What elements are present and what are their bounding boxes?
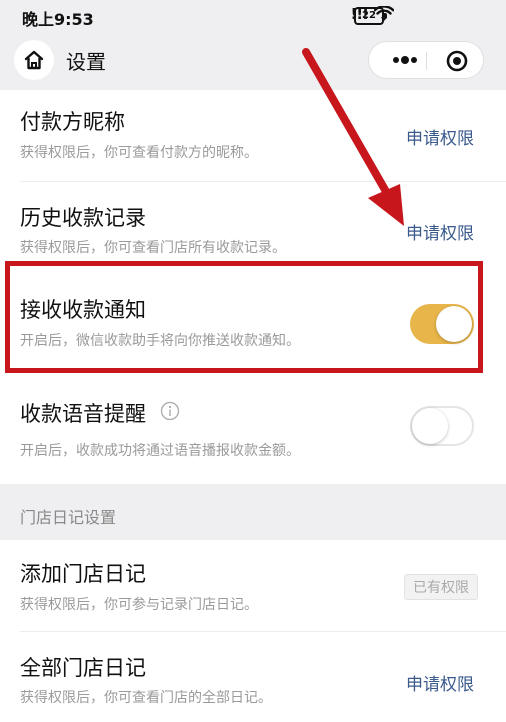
nav-bar: 设置 — [0, 32, 506, 90]
section-header: 门店日记设置 — [0, 484, 506, 540]
row-title: 付款方昵称 — [20, 110, 125, 134]
row-desc: 获得权限后，你可查看付款方的昵称。 — [20, 145, 258, 161]
setting-row-voice-reminder: 收款语音提醒 开启后，收款成功将通过语音播报收款金额。 — [0, 378, 506, 482]
section-label: 门店日记设置 — [20, 508, 117, 527]
row-desc: 获得权限后，你可参与记录门店日记。 — [20, 597, 258, 613]
info-icon[interactable] — [160, 401, 180, 421]
row-title: 添加门店日记 — [20, 562, 146, 586]
status-bar: 晚上9:53 !!! 22 — [0, 0, 506, 32]
row-desc: 获得权限后，你可查看门店所有收款记录。 — [20, 240, 286, 256]
row-desc: 开启后，收款成功将通过语音播报收款金额。 — [20, 443, 300, 459]
battery-icon: 22 — [354, 7, 387, 25]
highlight-box — [5, 261, 483, 373]
row-title: 全部门店日记 — [20, 656, 146, 680]
close-mini-program-icon[interactable] — [446, 50, 468, 72]
request-permission-link[interactable]: 申请权限 — [406, 219, 474, 244]
home-icon — [24, 50, 44, 70]
row-title: 收款语音提醒 — [20, 402, 146, 426]
more-icon[interactable] — [391, 51, 419, 69]
page-title: 设置 — [66, 50, 106, 74]
mini-program-capsule — [368, 41, 484, 79]
setting-row-payer-nickname: 付款方昵称 获得权限后，你可查看付款方的昵称。 申请权限 — [0, 90, 506, 180]
request-permission-link[interactable]: 申请权限 — [406, 670, 474, 695]
setting-row-all-diaries: 全部门店日记 获得权限后，你可查看门店的全部日记。 申请权限 — [0, 632, 506, 722]
setting-row-history-records: 历史收款记录 获得权限后，你可查看门店所有收款记录。 申请权限 — [0, 182, 506, 272]
permission-granted-badge: 已有权限 — [404, 574, 478, 600]
row-desc: 获得权限后，你可查看门店的全部日记。 — [20, 690, 272, 706]
capsule-divider — [426, 52, 427, 70]
toggle-knob — [412, 408, 448, 444]
home-button[interactable] — [14, 40, 54, 80]
setting-row-add-diary: 添加门店日记 获得权限后，你可参与记录门店日记。 已有权限 — [0, 540, 506, 630]
row-title: 历史收款记录 — [20, 206, 146, 230]
voice-reminder-toggle[interactable] — [410, 406, 474, 446]
status-time: 晚上9:53 — [22, 10, 94, 29]
request-permission-link[interactable]: 申请权限 — [406, 124, 474, 149]
